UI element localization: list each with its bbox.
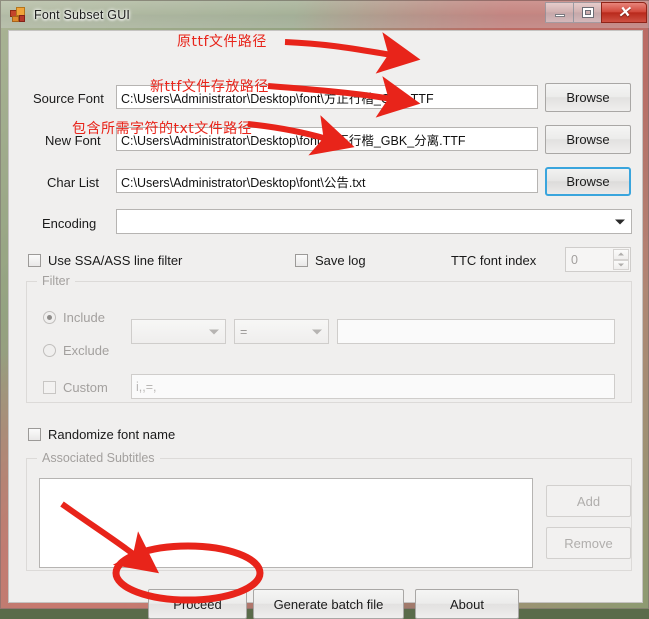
associated-subtitles-title: Associated Subtitles — [37, 451, 160, 465]
window-controls: ✕ — [546, 2, 647, 23]
encoding-combobox[interactable] — [116, 209, 632, 234]
filter-pattern-input[interactable] — [337, 319, 615, 344]
char-list-browse-button[interactable]: Browse — [545, 167, 631, 196]
checkbox-box — [295, 254, 308, 267]
title-bar[interactable]: Font Subset GUI ✕ — [1, 1, 649, 28]
char-list-label: Char List — [47, 175, 99, 190]
filter-custom-input[interactable]: i,,=, — [131, 374, 615, 399]
source-font-browse-button[interactable]: Browse — [545, 83, 631, 112]
stepper-buttons[interactable] — [613, 249, 629, 270]
checkbox-box — [28, 254, 41, 267]
filter-exclude-label: Exclude — [63, 343, 109, 358]
radio-dot — [43, 311, 56, 324]
associated-subtitles-groupbox: Associated Subtitles Add Remove — [26, 458, 632, 571]
chevron-down-icon — [312, 329, 322, 334]
checkbox-box — [28, 428, 41, 441]
use-ssa-filter-label: Use SSA/ASS line filter — [48, 253, 182, 268]
associated-subtitles-listbox[interactable] — [39, 478, 533, 568]
app-icon — [10, 7, 26, 23]
generate-batch-file-button[interactable]: Generate batch file — [253, 589, 404, 619]
ttc-font-index-label: TTC font index — [451, 253, 536, 268]
new-font-label: New Font — [45, 133, 101, 148]
filter-include-label: Include — [63, 310, 105, 325]
close-icon: ✕ — [618, 5, 631, 20]
maximize-button[interactable] — [573, 2, 602, 23]
radio-dot — [43, 344, 56, 357]
client-area: Source Font C:\Users\Administrator\Deskt… — [8, 30, 643, 603]
filter-operator-value: = — [240, 325, 247, 339]
filter-custom-checkbox[interactable]: Custom — [43, 380, 108, 395]
filter-include-radio[interactable]: Include — [43, 310, 105, 325]
filter-exclude-radio[interactable]: Exclude — [43, 343, 109, 358]
save-log-label: Save log — [315, 253, 366, 268]
window-title: Font Subset GUI — [34, 8, 130, 22]
source-font-input[interactable]: C:\Users\Administrator\Desktop\font\方正行楷… — [116, 85, 538, 109]
close-button[interactable]: ✕ — [601, 2, 647, 23]
minimize-button[interactable] — [545, 2, 574, 23]
ttc-font-index-stepper[interactable]: 0 — [565, 247, 631, 272]
ttc-font-index-value: 0 — [571, 253, 578, 267]
chevron-down-icon — [209, 329, 219, 334]
filter-field-combobox[interactable] — [131, 319, 226, 344]
filter-groupbox-title: Filter — [37, 274, 75, 288]
filter-groupbox: Filter Include Exclude = Custom — [26, 281, 632, 403]
save-log-checkbox[interactable]: Save log — [295, 253, 366, 268]
proceed-button[interactable]: Proceed — [148, 589, 247, 619]
remove-subtitle-button[interactable]: Remove — [546, 527, 631, 559]
new-font-browse-button[interactable]: Browse — [545, 125, 631, 154]
randomize-font-name-label: Randomize font name — [48, 427, 175, 442]
app-window: Font Subset GUI ✕ Source Font C:\Users\A… — [0, 0, 649, 609]
add-subtitle-button[interactable]: Add — [546, 485, 631, 517]
chevron-down-icon — [615, 219, 625, 224]
use-ssa-filter-checkbox[interactable]: Use SSA/ASS line filter — [28, 253, 182, 268]
randomize-font-name-checkbox[interactable]: Randomize font name — [28, 427, 175, 442]
encoding-label: Encoding — [42, 216, 96, 231]
char-list-input[interactable]: C:\Users\Administrator\Desktop\font\公告.t… — [116, 169, 538, 193]
stepper-up-icon[interactable] — [613, 249, 629, 260]
stepper-down-icon[interactable] — [613, 260, 629, 271]
new-font-input[interactable]: C:\Users\Administrator\Desktop\font\方正行楷… — [116, 127, 538, 151]
about-button[interactable]: About — [415, 589, 519, 619]
checkbox-box — [43, 381, 56, 394]
source-font-label: Source Font — [33, 91, 104, 106]
filter-custom-label: Custom — [63, 380, 108, 395]
filter-operator-combobox[interactable]: = — [234, 319, 329, 344]
